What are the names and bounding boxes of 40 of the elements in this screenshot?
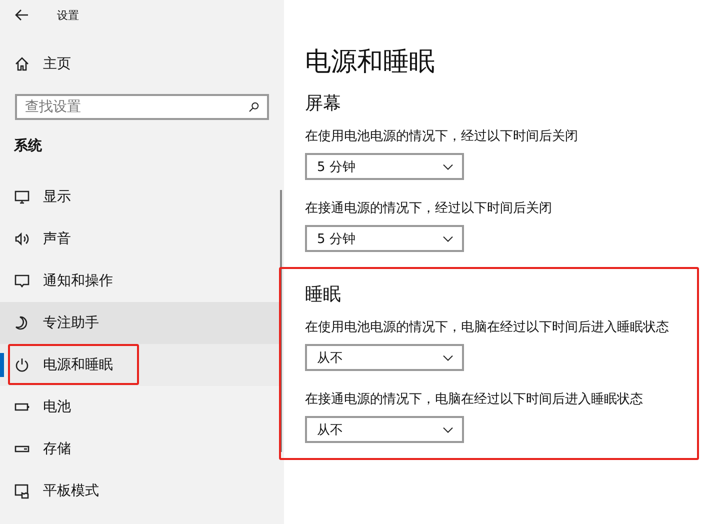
display-icon bbox=[14, 189, 30, 205]
back-icon[interactable] bbox=[14, 7, 30, 23]
sidebar-item[interactable]: 电池 bbox=[0, 386, 279, 428]
power-icon bbox=[14, 357, 30, 373]
home-icon bbox=[14, 56, 30, 72]
dropdown[interactable]: 5 分钟 bbox=[305, 153, 464, 180]
dropdown[interactable]: 从不 bbox=[305, 416, 464, 443]
sidebar-item[interactable]: 存储 bbox=[0, 428, 279, 470]
item-label: 存储 bbox=[43, 440, 71, 458]
item-label: 平板模式 bbox=[43, 482, 99, 500]
search-icon bbox=[248, 101, 260, 113]
setting-label: 在接通电源的情况下，经过以下时间后关闭 bbox=[305, 200, 553, 217]
sidebar-item[interactable]: 声音 bbox=[0, 218, 279, 260]
item-label: 显示 bbox=[43, 188, 71, 206]
window-title: 设置 bbox=[57, 8, 79, 22]
dropdown[interactable]: 从不 bbox=[305, 344, 464, 371]
setting-label: 在使用电池电源的情况下，电脑在经过以下时间后进入睡眠状态 bbox=[305, 319, 670, 336]
setting-label: 在接通电源的情况下，电脑在经过以下时间后进入睡眠状态 bbox=[305, 391, 644, 408]
page-title: 电源和睡眠 bbox=[305, 46, 436, 79]
dropdown[interactable]: 5 分钟 bbox=[305, 225, 464, 252]
home-link[interactable]: 主页 bbox=[0, 43, 279, 85]
item-label: 电池 bbox=[43, 398, 71, 416]
search-field[interactable]: 查找设置 bbox=[15, 94, 269, 120]
focus-icon bbox=[14, 315, 30, 331]
item-label: 通知和操作 bbox=[43, 272, 113, 290]
item-label: 声音 bbox=[43, 230, 71, 248]
sidebar-item[interactable]: 电源和睡眠 bbox=[0, 344, 279, 386]
tablet-icon bbox=[14, 483, 30, 499]
sound-icon bbox=[14, 231, 30, 247]
notifications-icon bbox=[14, 273, 30, 289]
sidebar-item[interactable]: 通知和操作 bbox=[0, 260, 279, 302]
sidebar-item[interactable]: 平板模式 bbox=[0, 470, 279, 512]
setting-label: 在使用电池电源的情况下，经过以下时间后关闭 bbox=[305, 128, 579, 145]
item-label: 专注助手 bbox=[43, 314, 99, 332]
section-heading: 系统 bbox=[13, 137, 43, 156]
sidebar-item[interactable]: 专注助手 bbox=[0, 302, 279, 344]
item-label: 电源和睡眠 bbox=[43, 356, 113, 374]
section-heading: 睡眠 bbox=[305, 283, 342, 306]
sidebar-item[interactable]: 显示 bbox=[0, 176, 279, 218]
section-heading: 屏幕 bbox=[305, 92, 342, 115]
